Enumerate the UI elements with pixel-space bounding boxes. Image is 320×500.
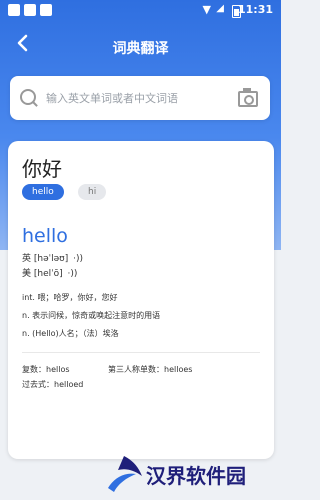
- wifi-icon: ▼: [202, 3, 211, 16]
- headword: hello: [22, 225, 68, 247]
- form-label: 过去式：: [22, 380, 54, 389]
- definition: n. (Hello)人名；（法）埃洛: [22, 329, 119, 338]
- dictionary-result-card: 你好 hello hi hello 英 [həˈləʊ] ·)) 美 [helˈ…: [8, 141, 274, 459]
- form-label: 复数：: [22, 365, 46, 374]
- notification-icon: [8, 4, 20, 16]
- word-form-third-person: 第三人称单数：helloes: [108, 364, 192, 375]
- query-word: 你好: [22, 157, 62, 181]
- definition: n. 表示问候，惊奇或唤起注意时的用语: [22, 311, 161, 320]
- divider: [22, 352, 260, 353]
- site-logo-icon: [108, 456, 142, 492]
- notification-icon: [24, 4, 36, 16]
- pronunciation-region: 英: [22, 254, 32, 264]
- form-value: helloed: [54, 380, 84, 389]
- watermark-logo: 汉界软件园: [80, 452, 280, 500]
- speaker-icon[interactable]: ·)): [68, 269, 78, 279]
- word-form-plural: 复数：hellos: [22, 364, 70, 375]
- definition: int. 喂；哈罗，你好，您好: [22, 293, 118, 302]
- page-title: 词典翻译: [112, 41, 169, 57]
- pronunciation-uk[interactable]: 英 [həˈləʊ] ·)): [22, 251, 83, 264]
- form-label: 第三人称单数：: [108, 365, 164, 374]
- status-bar: ▼ ◢ 11:31: [0, 0, 281, 22]
- phonetic: [helˈō]: [33, 269, 63, 279]
- watermark-text: 汉界软件园: [146, 464, 246, 488]
- search-bar[interactable]: 输入英文单词或者中文词语: [10, 76, 270, 120]
- word-form-past: 过去式：helloed: [22, 379, 83, 390]
- chip-hi[interactable]: hi: [78, 184, 107, 200]
- form-value: hellos: [46, 365, 70, 374]
- search-icon: [20, 89, 36, 105]
- camera-icon[interactable]: [238, 88, 258, 107]
- chip-hello[interactable]: hello: [22, 184, 64, 200]
- notification-icon: [40, 4, 52, 16]
- speaker-icon[interactable]: ·)): [73, 254, 83, 264]
- pronunciation-us[interactable]: 美 [helˈō] ·)): [22, 266, 77, 279]
- phonetic: [həˈləʊ]: [33, 254, 69, 264]
- pronunciation-region: 美: [22, 269, 32, 279]
- form-value: helloes: [164, 365, 193, 374]
- search-input[interactable]: 输入英文单词或者中文词语: [46, 90, 178, 106]
- status-time: 11:31: [237, 3, 273, 16]
- signal-icon: ◢: [216, 3, 224, 14]
